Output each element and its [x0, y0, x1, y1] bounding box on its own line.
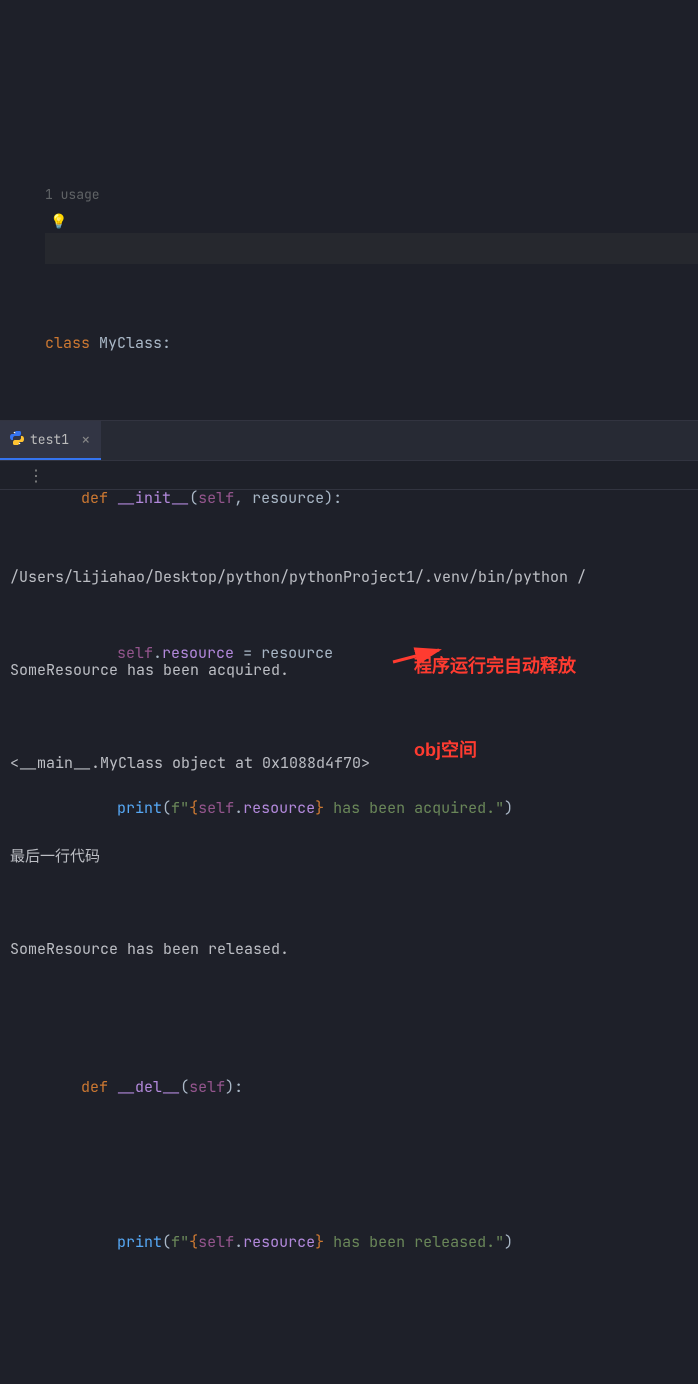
code-area[interactable]: 1 usage class MyClass: def __init__(self…	[45, 0, 698, 420]
code-editor[interactable]: 💡 1 usage class MyClass: def __init__(se…	[0, 0, 698, 420]
code-line	[45, 1351, 698, 1382]
usage-hint: 1 usage	[45, 186, 698, 204]
python-file-icon	[10, 431, 24, 449]
code-line: def __init__(self, resource):	[45, 483, 698, 514]
code-line: class MyClass:	[45, 328, 698, 359]
code-line: print(f"{self.resource} has been acquire…	[45, 793, 698, 824]
code-line	[45, 917, 698, 948]
code-line: def __del__(self):	[45, 1072, 698, 1103]
editor-gutter	[0, 0, 45, 420]
code-line: print(f"{self.resource} has been release…	[45, 1227, 698, 1258]
code-line: self.resource = resource	[45, 638, 698, 669]
more-icon[interactable]: ⋮	[28, 465, 44, 486]
